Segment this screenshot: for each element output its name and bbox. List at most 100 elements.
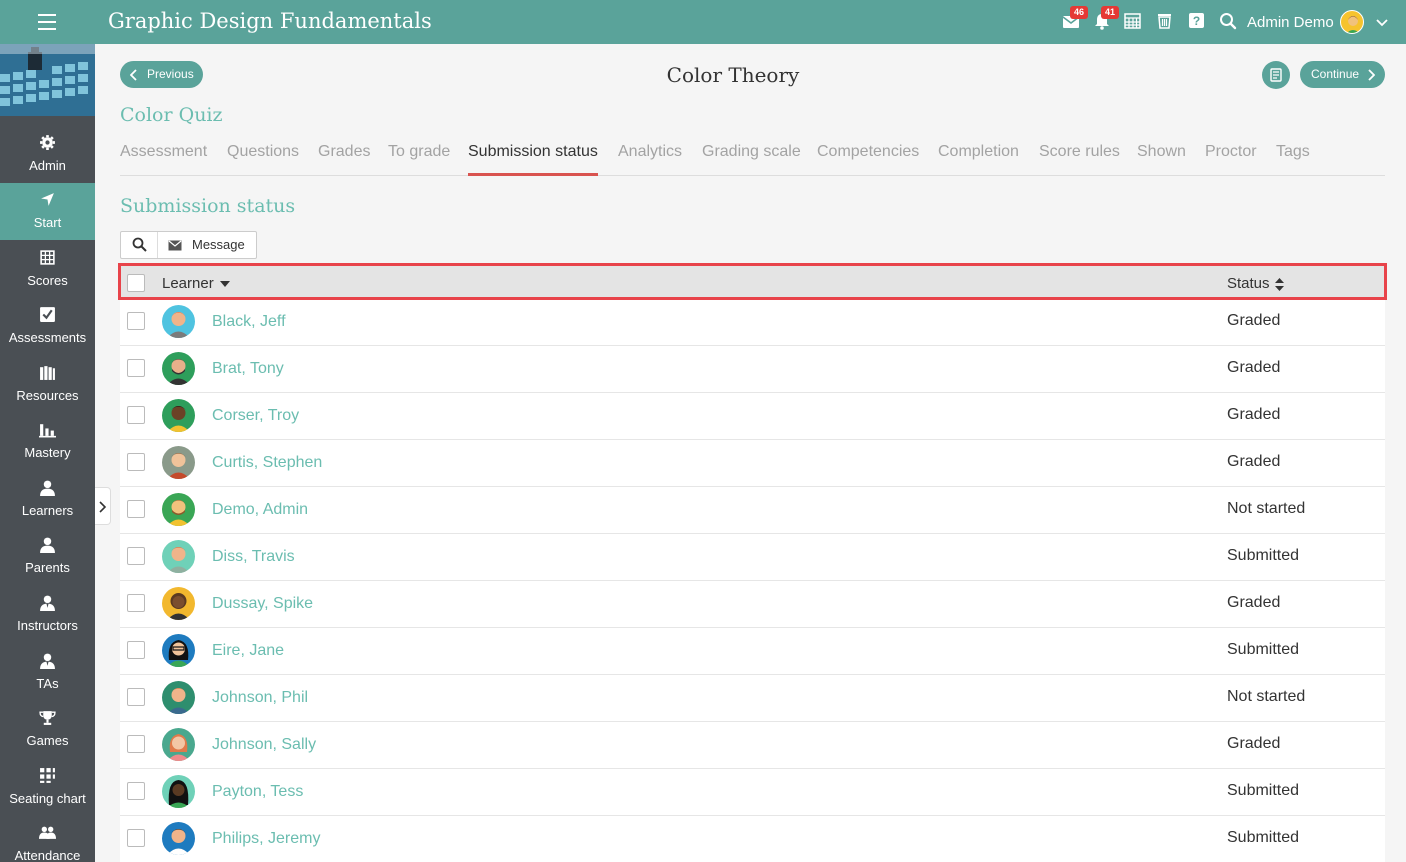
gear-icon — [40, 135, 55, 150]
status-value: Graded — [1227, 406, 1281, 423]
sidebar-item-label: Mastery — [24, 445, 71, 460]
row-checkbox[interactable] — [127, 594, 145, 612]
select-all-checkbox[interactable] — [127, 274, 145, 292]
table-row: Johnson, Sally Graded — [120, 722, 1385, 769]
user-menu[interactable]: Admin Demo — [1247, 14, 1334, 31]
help-icon[interactable]: ? — [1188, 12, 1208, 32]
trash-icon[interactable] — [1156, 12, 1176, 32]
learner-link[interactable]: Payton, Tess — [212, 783, 303, 801]
sidebar-item-label: Attendance — [14, 848, 81, 862]
status-value: Submitted — [1227, 829, 1300, 846]
avatar — [162, 822, 195, 855]
avatar — [162, 352, 195, 385]
sidebar-item-instructors[interactable]: Instructors — [0, 586, 95, 643]
sidebar-item-learners[interactable]: Learners — [0, 471, 95, 528]
tab-competencies[interactable]: Competencies — [817, 143, 919, 176]
learner-link[interactable]: Brat, Tony — [212, 360, 284, 378]
row-checkbox[interactable] — [127, 453, 145, 471]
sidebar-toggle[interactable] — [95, 487, 111, 525]
sidebar-item-label: Assessments — [8, 330, 87, 345]
sidebar-item-resources[interactable]: Resources — [0, 356, 95, 413]
learner-link[interactable]: Curtis, Stephen — [212, 454, 322, 472]
message-button[interactable]: Message — [158, 232, 256, 258]
print-button[interactable] — [1262, 61, 1290, 89]
calendar-icon[interactable] — [1124, 12, 1144, 32]
status-header-label: Status — [1227, 275, 1270, 292]
user-avatar[interactable] — [1340, 10, 1364, 34]
table-row: Corser, Troy Graded — [120, 393, 1385, 440]
sidebar-item-parents[interactable]: Parents — [0, 528, 95, 585]
sidebar-item-scores[interactable]: Scores — [0, 241, 95, 298]
sidebar-item-label: Start — [33, 215, 62, 230]
table-toolbar: Message — [120, 231, 257, 259]
learner-link[interactable]: Philips, Jeremy — [212, 830, 320, 848]
row-checkbox[interactable] — [127, 782, 145, 800]
continue-label: Continue — [1311, 67, 1360, 81]
tab-completion[interactable]: Completion — [938, 143, 1019, 176]
table-header: Learner Status — [120, 266, 1385, 299]
sidebar-item-tas[interactable]: TAs — [0, 644, 95, 701]
row-checkbox[interactable] — [127, 641, 145, 659]
row-checkbox[interactable] — [127, 735, 145, 753]
tab-questions[interactable]: Questions — [227, 143, 299, 176]
sidebar-item-attendance[interactable]: Attendance — [0, 816, 95, 862]
tab-analytics[interactable]: Analytics — [618, 143, 682, 176]
avatar — [162, 587, 195, 620]
learner-link[interactable]: Eire, Jane — [212, 642, 284, 660]
bell-icon[interactable]: 41 — [1093, 6, 1120, 32]
learner-link[interactable]: Black, Jeff — [212, 313, 286, 331]
status-value: Not started — [1227, 688, 1306, 705]
search-icon — [132, 237, 147, 252]
caret-down-icon — [219, 281, 230, 288]
learner-link[interactable]: Demo, Admin — [212, 501, 308, 519]
page-title: Color Theory — [666, 63, 800, 87]
learner-link[interactable]: Dussay, Spike — [212, 595, 313, 613]
tab-grades[interactable]: Grades — [318, 143, 370, 176]
status-column-header[interactable]: Status — [1227, 275, 1284, 292]
tab-grading-scale[interactable]: Grading scale — [702, 143, 801, 176]
sidebar-item-assessments[interactable]: Assessments — [0, 298, 95, 355]
learner-link[interactable]: Diss, Travis — [212, 548, 295, 566]
row-checkbox[interactable] — [127, 688, 145, 706]
sidebar-item-start[interactable]: Start — [0, 183, 95, 240]
sidebar-item-seating-chart[interactable]: Seating chart — [0, 759, 95, 816]
status-value: Graded — [1227, 453, 1281, 470]
tab-submission-status[interactable]: Submission status — [468, 143, 598, 176]
mail-icon[interactable]: 46 — [1062, 6, 1089, 32]
quiz-title: Color Quiz — [120, 104, 223, 126]
row-checkbox[interactable] — [127, 359, 145, 377]
instructor-icon — [40, 595, 55, 611]
tab-shown[interactable]: Shown — [1137, 143, 1186, 176]
tab-tags[interactable]: Tags — [1276, 143, 1310, 176]
tab-proctor[interactable]: Proctor — [1205, 143, 1257, 176]
status-value: Not started — [1227, 500, 1306, 517]
sidebar-item-mastery[interactable]: Mastery — [0, 413, 95, 470]
table-row: Black, Jeff Graded — [120, 299, 1385, 346]
instructor-icon — [40, 653, 55, 669]
sidebar-item-admin[interactable]: Admin — [0, 126, 95, 183]
sort-icon — [1274, 277, 1284, 291]
search-button[interactable] — [121, 232, 158, 258]
grid-icon — [40, 768, 55, 783]
learner-header-label: Learner — [162, 275, 214, 292]
row-checkbox[interactable] — [127, 312, 145, 330]
tab-score-rules[interactable]: Score rules — [1039, 143, 1120, 176]
chevron-down-icon[interactable] — [1374, 14, 1390, 30]
learner-link[interactable]: Johnson, Phil — [212, 689, 308, 707]
tab-to-grade[interactable]: To grade — [388, 143, 450, 176]
learner-link[interactable]: Corser, Troy — [212, 407, 299, 425]
table-row: Brat, Tony Graded — [120, 346, 1385, 393]
status-value: Submitted — [1227, 641, 1300, 658]
assessment-tabs: Assessment Questions Grades To grade Sub… — [120, 142, 1385, 176]
row-checkbox[interactable] — [127, 500, 145, 518]
search-icon[interactable] — [1219, 12, 1239, 32]
learner-link[interactable]: Johnson, Sally — [212, 736, 316, 754]
row-checkbox[interactable] — [127, 829, 145, 847]
continue-button[interactable]: Continue — [1300, 61, 1385, 88]
learner-column-header[interactable]: Learner — [162, 275, 230, 292]
menu-icon[interactable] — [38, 14, 56, 30]
row-checkbox[interactable] — [127, 406, 145, 424]
row-checkbox[interactable] — [127, 547, 145, 565]
tab-assessment[interactable]: Assessment — [120, 143, 207, 176]
sidebar-item-games[interactable]: Games — [0, 701, 95, 758]
